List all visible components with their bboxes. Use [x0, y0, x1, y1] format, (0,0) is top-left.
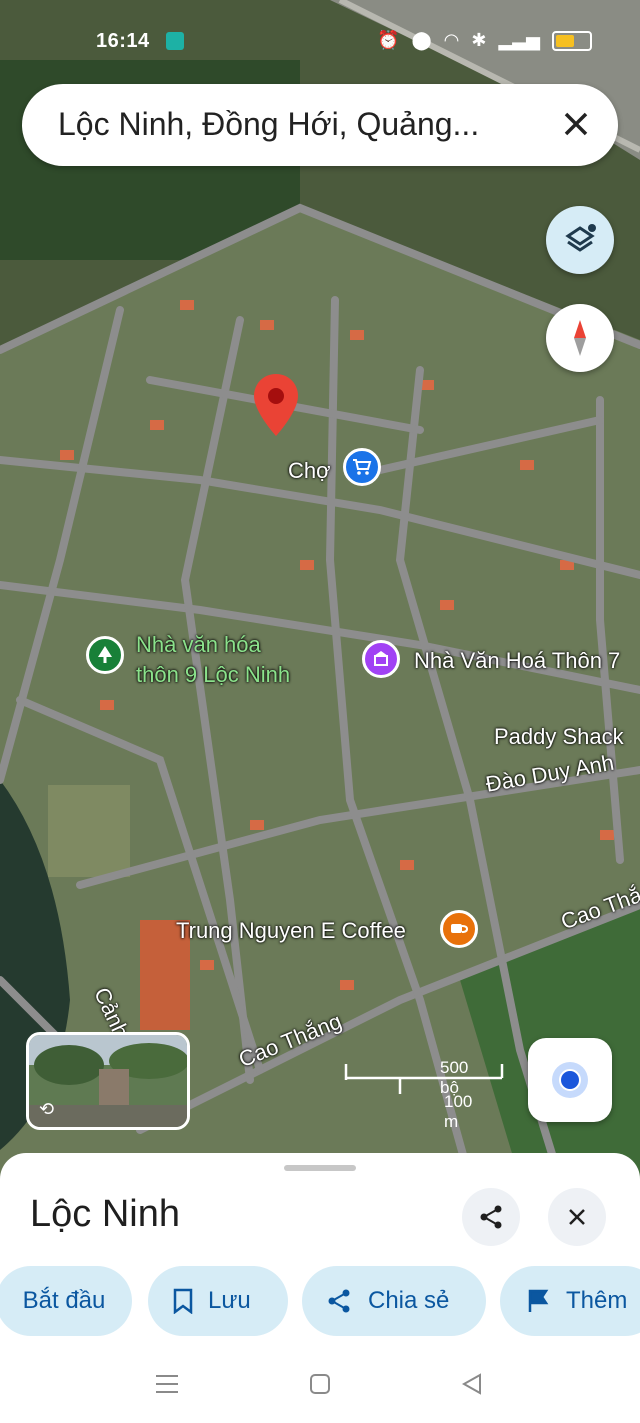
search-query[interactable]: Lộc Ninh, Đồng Hới, Quảng...: [58, 106, 479, 143]
save-button[interactable]: Lưu: [148, 1266, 288, 1336]
start-label: Bắt đầu: [22, 1287, 106, 1314]
poi-label-paddy-shack[interactable]: Paddy Shack: [494, 724, 624, 750]
drag-handle[interactable]: [284, 1165, 356, 1171]
poi-label-culture-house-9-line1[interactable]: Nhà văn hóa: [136, 632, 261, 658]
my-location-button[interactable]: [528, 1038, 612, 1122]
more-button[interactable]: Thêm: [500, 1266, 640, 1336]
compass-button[interactable]: [546, 304, 614, 372]
layers-button[interactable]: [546, 206, 614, 274]
back-icon[interactable]: [460, 1372, 484, 1396]
start-button[interactable]: Bắt đầu: [0, 1266, 132, 1336]
rotate-360-icon: ⟲: [39, 1099, 55, 1119]
poi-label-market[interactable]: Chợ: [288, 458, 331, 484]
close-sheet-button[interactable]: [548, 1188, 606, 1246]
tree-icon[interactable]: [86, 636, 124, 674]
poi-label-culture-house-7[interactable]: Nhà Văn Hoá Thôn 7: [414, 648, 620, 674]
flag-icon: [528, 1289, 549, 1312]
scale-metric: 100 m: [444, 1092, 473, 1131]
share-chip-button[interactable]: Chia sẻ: [302, 1266, 486, 1336]
search-bar[interactable]: Lộc Ninh, Đồng Hới, Quảng...: [22, 84, 618, 166]
street-view-thumbnail[interactable]: ⟲: [26, 1032, 190, 1130]
share-button[interactable]: [462, 1188, 520, 1246]
menu-icon[interactable]: [154, 1372, 180, 1396]
battery-icon: [552, 30, 592, 51]
system-navigation-bar: [0, 1352, 640, 1423]
selected-location-pin[interactable]: [252, 372, 300, 438]
satellite-map[interactable]: 16:14 ⏰ ⬤ ◠ ✱ ▂▃▅ Lộc Ninh, Đồng Hới, Qu…: [0, 0, 640, 1180]
landmark-icon[interactable]: [362, 640, 400, 678]
share-icon: [328, 1289, 350, 1313]
close-icon[interactable]: [556, 104, 596, 144]
coffee-cup-icon[interactable]: [440, 910, 478, 948]
share-icon: [480, 1205, 502, 1229]
place-title: Lộc Ninh: [30, 1193, 180, 1235]
alarm-icon: ⏰: [377, 30, 400, 50]
signal-icon: ▂▃▅: [498, 30, 540, 50]
shopping-cart-icon[interactable]: [343, 448, 381, 486]
layers-icon: [565, 224, 596, 252]
save-label: Lưu: [208, 1287, 251, 1314]
status-bar: 16:14 ⏰ ⬤ ◠ ✱ ▂▃▅: [0, 24, 640, 64]
wifi-icon: ◠: [443, 30, 460, 50]
bookmark-icon: [173, 1288, 193, 1314]
location-icon: ⬤: [411, 30, 432, 50]
bluetooth-icon: ✱: [471, 30, 487, 50]
home-icon[interactable]: [308, 1372, 332, 1396]
checklist-icon: [166, 32, 184, 50]
poi-label-culture-house-9-line2[interactable]: thôn 9 Lộc Ninh: [136, 662, 290, 688]
more-label: Thêm: [566, 1287, 628, 1314]
share-label: Chia sẻ: [368, 1287, 450, 1314]
poi-label-coffee[interactable]: Trung Nguyen E Coffee: [176, 918, 406, 944]
my-location-icon: [552, 1062, 588, 1098]
close-icon: [569, 1209, 585, 1225]
clock: 16:14: [96, 30, 150, 52]
compass-icon: [574, 320, 586, 356]
